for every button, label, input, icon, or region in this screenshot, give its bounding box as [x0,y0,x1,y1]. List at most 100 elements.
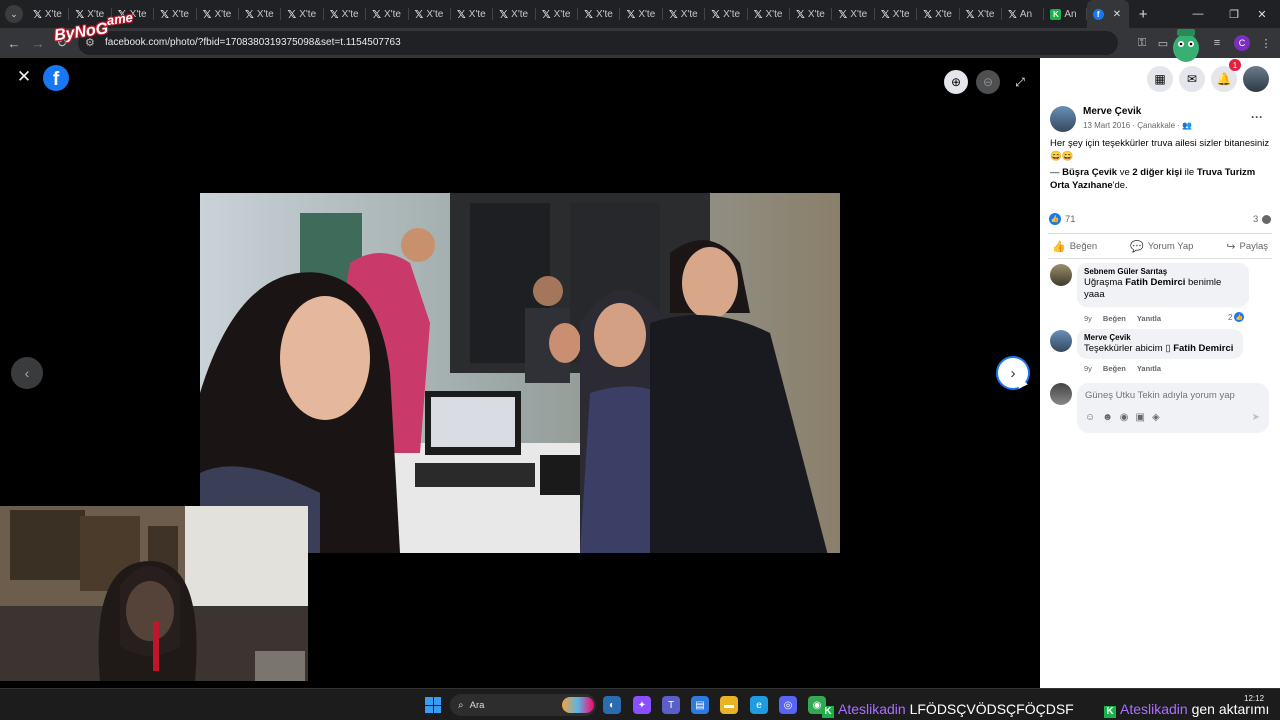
comment-mention-link[interactable]: Fatih Demirci [1173,343,1233,354]
browser-tab[interactable]: 𝕏 X'te [960,0,1003,28]
comment-input[interactable] [1085,388,1255,402]
taskview-icon[interactable]: ◐ [603,696,621,714]
browser-tab[interactable]: 𝕏 X'te [663,0,706,28]
browser-tab[interactable]: 𝕏 X'te [451,0,494,28]
x-tab-icon: 𝕏 [965,7,975,21]
teams-icon[interactable]: T [662,696,680,714]
facebook-logo-icon[interactable]: f [43,65,69,91]
browser-tab[interactable]: 𝕏 X'te [409,0,452,28]
browser-tab[interactable]: 𝕏 X'te [366,0,409,28]
x-tab-icon: 𝕏 [75,7,85,21]
back-button[interactable]: ← [4,33,24,53]
comment-label: Yorum Yap [1147,240,1194,252]
post-author-name[interactable]: Merve Çevik [1083,106,1141,117]
taskbar-search[interactable]: ⌕ Ara [450,694,596,716]
post-details-panel: ▦ ✉ 🔔 Merve Çevik 13 Mart 2016 · Çanakka… [1040,58,1280,688]
browser-tab[interactable]: 𝕏 X'te [324,0,367,28]
close-icon[interactable]: ✕ [14,67,34,87]
password-key-icon[interactable]: ⚿ [1134,35,1150,51]
x-tab-icon: 𝕏 [202,7,212,21]
close-window-button[interactable]: ✕ [1244,0,1280,28]
profile-avatar[interactable]: C [1234,35,1250,51]
tab-title: X'te [680,8,698,20]
like-count[interactable]: 71 [1065,214,1076,225]
camera-icon[interactable]: ◉ [1120,412,1129,423]
tab-title: X'te [935,8,952,20]
browser-tab[interactable]: 𝕏 X'te [748,0,791,28]
fullscreen-icon[interactable]: ⤢ [1008,70,1032,94]
share-button[interactable]: ↪ Paylaş [1226,240,1268,253]
sticker-icon[interactable]: ◈ [1152,412,1160,423]
tab-search-button[interactable]: ⌄ [5,5,23,23]
browser-tab[interactable]: 𝕏 X'te [832,0,876,28]
current-user-avatar[interactable] [1050,383,1072,405]
browser-tab[interactable]: 𝕏 X'te [27,0,70,28]
gif-icon[interactable]: ▣ [1135,412,1144,423]
zoom-in-icon[interactable]: ⊕ [944,70,968,94]
send-icon[interactable]: ➤ [1252,412,1260,423]
post-author-avatar[interactable] [1050,106,1076,132]
browser-tab[interactable]: 𝕏 X'te [620,0,664,28]
thumbs-up-icon: 👍 [1052,240,1066,253]
comment-reply-button[interactable]: Yanıtla [1137,314,1161,323]
post-location[interactable]: Çanakkale [1137,121,1175,130]
comment-author[interactable]: Sebnem Güler Sarıtaş [1084,267,1242,276]
minimize-button[interactable]: — [1180,0,1216,28]
messenger-icon[interactable]: ✉ [1179,66,1205,92]
account-avatar[interactable] [1243,66,1269,92]
post-date[interactable]: 13 Mart 2016 [1083,121,1130,130]
browser-tab[interactable]: 𝕏 X'te [493,0,537,28]
comment-age[interactable]: 9y [1084,314,1092,323]
comment-like-button[interactable]: Beğen [1103,314,1126,323]
start-button[interactable] [425,697,441,713]
browser-tab[interactable]: K An [1044,0,1088,28]
reading-list-icon[interactable]: ≡ [1209,35,1225,51]
file-explorer-icon[interactable]: ▬ [720,696,738,714]
forward-button[interactable]: → [28,33,48,53]
tab-title: X'te [426,8,444,20]
share-icon: ↪ [1226,240,1236,253]
browser-tab[interactable]: 𝕏 X'te [197,0,240,28]
commenter-avatar[interactable] [1050,264,1072,286]
comment-button[interactable]: 💬 Yorum Yap [1130,240,1193,253]
menu-icon[interactable]: ⋮ [1258,35,1274,51]
emoji-icon[interactable]: ☻ [1102,412,1113,423]
store-icon[interactable]: ▤ [691,696,709,714]
browser-tab[interactable]: 𝕏 X'te [875,0,918,28]
previous-photo-button[interactable]: ‹ [11,357,43,389]
browser-tab[interactable]: 𝕏 An [1002,0,1045,28]
browser-tab[interactable]: 𝕏 X'te [790,0,833,28]
commenter-avatar[interactable] [1050,330,1072,352]
discord-icon[interactable]: ◎ [779,696,797,714]
browser-tab[interactable]: 𝕏 X'te [917,0,960,28]
comment-age[interactable]: 9y [1084,364,1092,373]
comment-count[interactable]: 3 [1253,214,1258,225]
browser-tab[interactable]: 𝕏 X'te [536,0,579,28]
system-clock[interactable]: 12:12 [1244,694,1264,704]
browser-tab[interactable]: 𝕏 X'te [239,0,282,28]
edge-icon[interactable]: e [750,696,768,714]
zoom-out-icon[interactable]: ⊖ [976,70,1000,94]
tab-active[interactable]: f ✕ [1086,0,1129,28]
browser-tab[interactable]: 𝕏 X'te [154,0,197,28]
comment-author[interactable]: Merve Çevik [1084,333,1236,342]
tagged-person-link[interactable]: Büşra Çevik [1062,167,1117,178]
comment-reactions[interactable]: 2 👍 [1228,312,1245,322]
x-tab-icon: 𝕏 [668,7,678,21]
tagged-others-link[interactable]: 2 diğer kişi [1132,167,1182,178]
address-bar[interactable]: ⚙ facebook.com/photo/?fbid=1708380319375… [78,31,1118,55]
comment-reply-button[interactable]: Yanıtla [1137,364,1161,373]
menu-grid-icon[interactable]: ▦ [1147,66,1173,92]
copilot-icon[interactable]: ✦ [633,696,651,714]
avatar-sticker-icon[interactable]: ☺ [1085,412,1095,423]
windows-taskbar: ⌕ Ara ◐ ✦ T ▤ ▬ e ◎ ◉ K Ateslikadin LFÖDS… [0,688,1280,720]
comment-like-button[interactable]: Beğen [1103,364,1126,373]
like-button[interactable]: 👍 Beğen [1052,240,1097,253]
new-tab-button[interactable]: + [1139,6,1157,23]
browser-tab[interactable]: 𝕏 X'te [578,0,621,28]
post-options-icon[interactable]: ··· [1251,110,1263,124]
browser-tab[interactable]: 𝕏 X'te [705,0,749,28]
close-tab-icon[interactable]: ✕ [1113,9,1121,20]
comment-mention-link[interactable]: Fatih Demirci [1125,277,1185,288]
browser-tab[interactable]: 𝕏 X'te [281,0,325,28]
